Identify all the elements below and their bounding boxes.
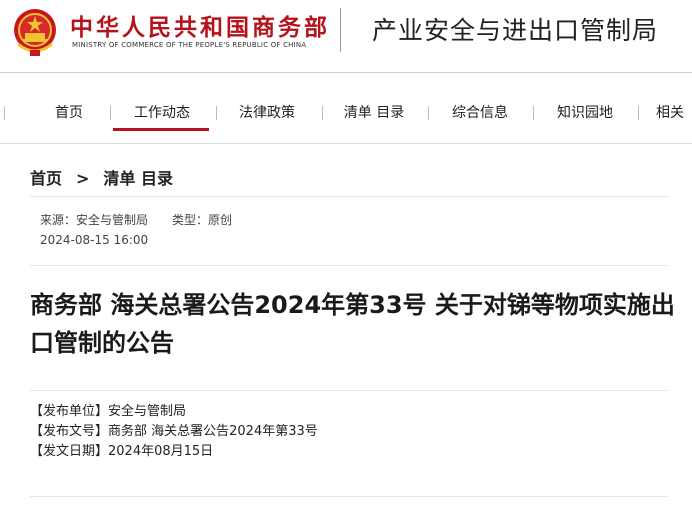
nav-item-related[interactable]: 相关 [656, 92, 692, 134]
breadcrumb-divider [30, 196, 668, 197]
info-publish-date: 【发文日期】2024年08月15日 [30, 444, 214, 459]
nav-active-indicator [113, 128, 209, 131]
main-nav: 首页 工作动态 法律政策 清单 目录 综合信息 知识园地 相关 [0, 92, 692, 134]
breadcrumb-home[interactable]: 首页 [30, 165, 62, 189]
header-divider [340, 8, 341, 52]
article-info: 【发布单位】安全与管制局 【发布文号】商务部 海关总署公告2024年第33号 【… [30, 402, 318, 462]
title-divider [30, 390, 668, 391]
nav-separator [4, 106, 5, 120]
nav-separator [110, 106, 111, 120]
nav-separator [216, 106, 217, 120]
nav-separator [638, 106, 639, 120]
breadcrumb-separator: > [76, 169, 90, 188]
bureau-title[interactable]: 产业安全与进出口管制局 [372, 11, 658, 47]
article-type: 类型：原创 [172, 213, 233, 227]
article-meta: 来源：安全与管制局 类型：原创 [40, 211, 232, 228]
header-divider-line [0, 72, 692, 73]
national-emblem-icon[interactable] [12, 6, 58, 60]
site-header: 中华人民共和国商务部 MINISTRY OF COMMERCE OF THE P… [0, 0, 692, 72]
article-title: 商务部 海关总署公告2024年第33号 关于对锑等物项实施出口管制的公告 [30, 291, 675, 357]
nav-separator [533, 106, 534, 120]
info-publisher: 【发布单位】安全与管制局 [30, 404, 187, 419]
nav-divider-line [0, 143, 692, 144]
ministry-name-en: MINISTRY OF COMMERCE OF THE PEOPLE'S REP… [72, 41, 307, 49]
info-divider [30, 496, 668, 497]
breadcrumb-current[interactable]: 清单 目录 [103, 165, 173, 189]
breadcrumb: 首页 > 清单 目录 [30, 165, 173, 189]
meta-divider [30, 265, 668, 266]
info-doc-number: 【发布文号】商务部 海关总署公告2024年第33号 [30, 424, 318, 439]
nav-item-general-info[interactable]: 综合信息 [444, 92, 516, 134]
nav-item-laws-policies[interactable]: 法律政策 [231, 92, 303, 134]
ministry-name-cn[interactable]: 中华人民共和国商务部 [70, 8, 330, 42]
nav-item-knowledge[interactable]: 知识园地 [549, 92, 621, 134]
nav-separator [428, 106, 429, 120]
article-source: 来源：安全与管制局 [40, 213, 149, 227]
article-date: 2024-08-15 16:00 [40, 233, 149, 247]
nav-item-home[interactable]: 首页 [44, 92, 94, 134]
nav-item-lists-catalogs[interactable]: 清单 目录 [336, 92, 412, 134]
nav-separator [322, 106, 323, 120]
